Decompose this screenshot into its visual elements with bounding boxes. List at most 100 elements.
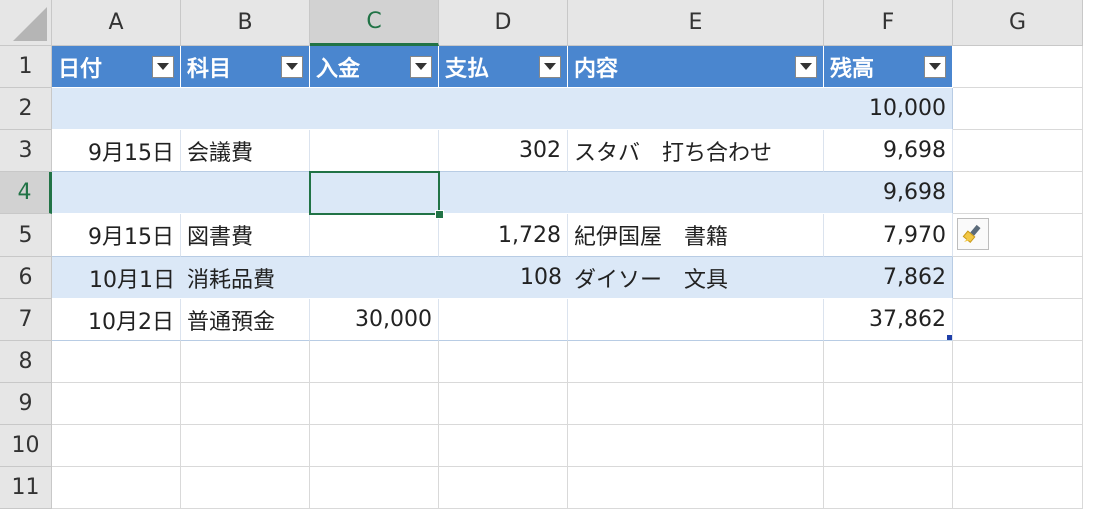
cell-g10[interactable] [953,425,1083,467]
row-header-5[interactable]: 5 [0,214,52,257]
column-header-g[interactable]: G [953,0,1083,46]
row-header-2[interactable]: 2 [0,88,52,130]
cell-e10[interactable] [568,425,824,467]
cell-d3[interactable]: 302 [439,130,568,172]
cell-f6[interactable]: 7,862 [824,257,953,299]
cell-f11[interactable] [824,467,953,509]
table-header-d[interactable]: 支払 [439,46,568,88]
cell-c10[interactable] [310,425,439,467]
cell-e2[interactable] [568,88,824,130]
row-header-1[interactable]: 1 [0,46,52,88]
table-header-c[interactable]: 入金 [310,46,439,88]
cell-a8[interactable] [52,341,181,383]
filter-dropdown-icon[interactable] [281,55,303,78]
table-header-e[interactable]: 内容 [568,46,824,88]
cell-d7[interactable] [439,299,568,341]
cell-f5[interactable]: 7,970 [824,214,953,257]
cell-e3[interactable]: スタバ 打ち合わせ [568,130,824,172]
cell-a5[interactable]: 9月15日 [52,214,181,257]
cell-f10[interactable] [824,425,953,467]
filter-dropdown-icon[interactable] [410,55,432,78]
filter-dropdown-icon[interactable] [924,55,946,78]
filter-dropdown-icon[interactable] [539,55,561,78]
cell-d6[interactable]: 108 [439,257,568,299]
cell-d4[interactable] [439,172,568,214]
cell-b3[interactable]: 会議費 [181,130,310,172]
select-all-corner[interactable] [0,0,52,46]
column-header-f[interactable]: F [824,0,953,46]
cell-c2[interactable] [310,88,439,130]
cell-b9[interactable] [181,383,310,425]
cell-f7[interactable]: 37,862 [824,299,953,341]
cell-g4[interactable] [953,172,1083,214]
cell-c7[interactable]: 30,000 [310,299,439,341]
cell-e8[interactable] [568,341,824,383]
table-header-f[interactable]: 残高 [824,46,953,88]
cell-d9[interactable] [439,383,568,425]
cell-a3[interactable]: 9月15日 [52,130,181,172]
cell-a11[interactable] [52,467,181,509]
cell-c5[interactable] [310,214,439,257]
cell-f8[interactable] [824,341,953,383]
cell-e9[interactable] [568,383,824,425]
cell-f2[interactable]: 10,000 [824,88,953,130]
cell-g1[interactable] [953,46,1083,88]
cell-b11[interactable] [181,467,310,509]
column-header-b[interactable]: B [181,0,310,46]
filter-dropdown-icon[interactable] [152,55,174,78]
cell-a4[interactable] [52,172,181,214]
cell-a7[interactable]: 10月2日 [52,299,181,341]
row-header-11[interactable]: 11 [0,467,52,509]
cell-a6[interactable]: 10月1日 [52,257,181,299]
cell-a10[interactable] [52,425,181,467]
row-header-9[interactable]: 9 [0,383,52,425]
cell-g8[interactable] [953,341,1083,383]
quick-analysis-button[interactable] [957,218,989,250]
spreadsheet-grid[interactable]: ABCDEFG 1 2 3 4 5 6 7 8 9 10 11 日付 科目 入金 支払 内容 残高 10,000… [0,0,1098,509]
cell-d10[interactable] [439,425,568,467]
cell-b5[interactable]: 図書費 [181,214,310,257]
row-header-7[interactable]: 7 [0,299,52,341]
cell-c8[interactable] [310,341,439,383]
column-header-e[interactable]: E [568,0,824,46]
cell-c3[interactable] [310,130,439,172]
cell-g9[interactable] [953,383,1083,425]
cell-b8[interactable] [181,341,310,383]
cell-b7[interactable]: 普通預金 [181,299,310,341]
cell-g2[interactable] [953,88,1083,130]
column-header-c[interactable]: C [310,0,439,46]
row-header-6[interactable]: 6 [0,257,52,299]
filter-dropdown-icon[interactable] [795,55,817,78]
cell-d11[interactable] [439,467,568,509]
cell-g3[interactable] [953,130,1083,172]
cell-e4[interactable] [568,172,824,214]
table-header-a[interactable]: 日付 [52,46,181,88]
cell-g11[interactable] [953,467,1083,509]
cell-a9[interactable] [52,383,181,425]
cell-b2[interactable] [181,88,310,130]
cell-e7[interactable] [568,299,824,341]
row-header-4[interactable]: 4 [0,172,52,214]
fill-handle[interactable] [435,210,444,219]
cell-g6[interactable] [953,257,1083,299]
cell-c6[interactable] [310,257,439,299]
column-header-d[interactable]: D [439,0,568,46]
cell-b10[interactable] [181,425,310,467]
column-header-a[interactable]: A [52,0,181,46]
cell-d2[interactable] [439,88,568,130]
table-header-b[interactable]: 科目 [181,46,310,88]
cell-e5[interactable]: 紀伊国屋 書籍 [568,214,824,257]
row-header-3[interactable]: 3 [0,130,52,172]
cell-a2[interactable] [52,88,181,130]
cell-c9[interactable] [310,383,439,425]
cell-d8[interactable] [439,341,568,383]
cell-f9[interactable] [824,383,953,425]
cell-f3[interactable]: 9,698 [824,130,953,172]
table-resize-handle[interactable] [947,335,952,340]
cell-c11[interactable] [310,467,439,509]
row-header-10[interactable]: 10 [0,425,52,467]
cell-e11[interactable] [568,467,824,509]
cell-b4[interactable] [181,172,310,214]
cell-e6[interactable]: ダイソー 文具 [568,257,824,299]
cell-f4[interactable]: 9,698 [824,172,953,214]
